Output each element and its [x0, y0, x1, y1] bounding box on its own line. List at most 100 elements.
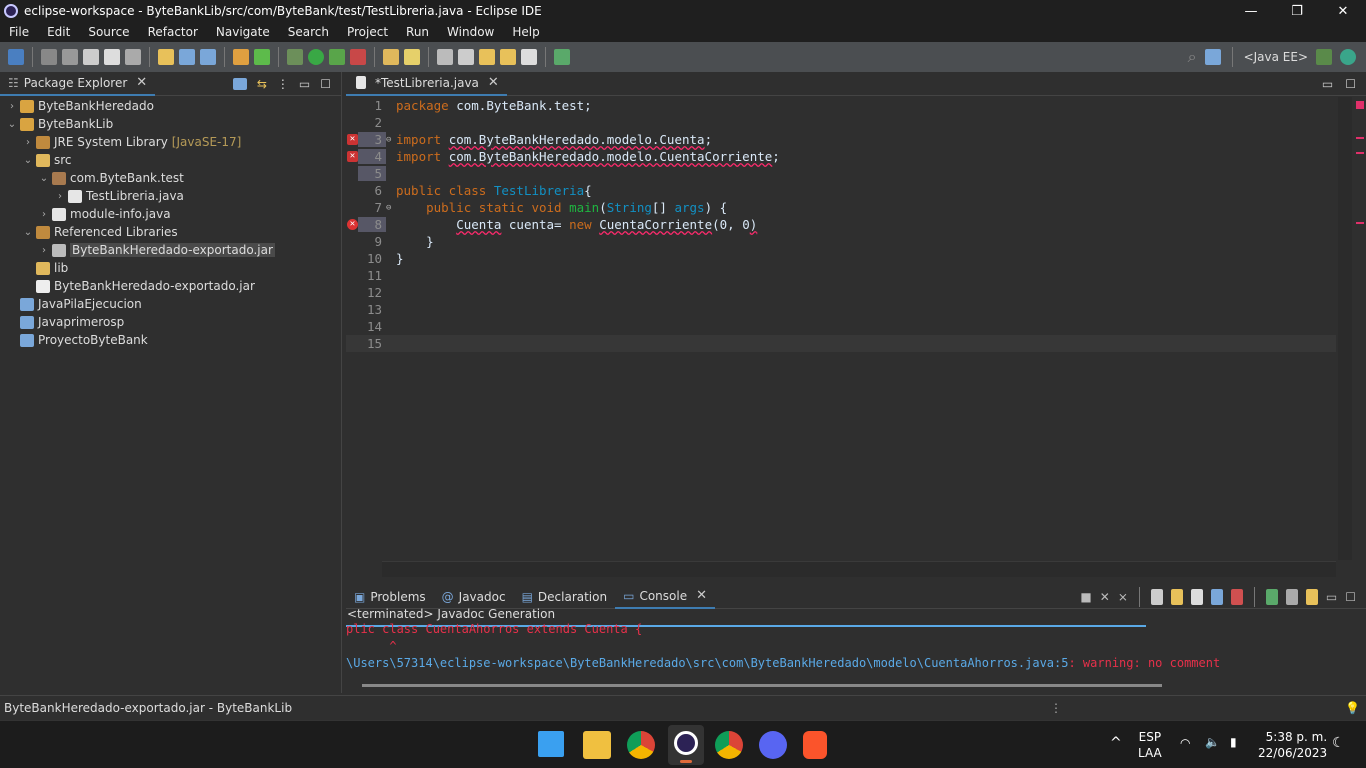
fold-icon[interactable]: ⊖ [386, 135, 396, 145]
tab-javadoc[interactable]: @ Javadoc [434, 585, 514, 609]
external-tools-icon[interactable] [350, 49, 366, 65]
close-icon[interactable]: ✕ [488, 75, 499, 90]
wifi-icon[interactable]: ◠ [1180, 736, 1190, 750]
chevron-down-icon[interactable]: ⌄ [6, 119, 18, 130]
menu-window[interactable]: Window [438, 25, 503, 39]
debug-perspective-icon[interactable] [1340, 49, 1356, 65]
vertical-scrollbar[interactable] [1338, 97, 1352, 560]
block-selection-icon[interactable] [104, 49, 120, 65]
scroll-lock-icon[interactable] [1170, 588, 1183, 605]
word-wrap-icon[interactable] [1190, 588, 1203, 605]
menu-source[interactable]: Source [79, 25, 138, 39]
chevron-down-icon[interactable]: ⌄ [38, 173, 50, 184]
menu-edit[interactable]: Edit [38, 25, 79, 39]
menu-search[interactable]: Search [279, 25, 338, 39]
tree-item[interactable]: ByteBankHeredado-exportado.jar [0, 277, 341, 295]
menu-navigate[interactable]: Navigate [207, 25, 279, 39]
maximize-view-icon[interactable]: ☐ [1345, 590, 1356, 604]
chevron-down-icon[interactable]: ⌄ [22, 227, 34, 238]
overview-ruler[interactable] [1354, 97, 1366, 560]
collapse-all-icon[interactable] [232, 77, 247, 90]
tree-item[interactable]: › ByteBankHeredado [0, 97, 341, 115]
pilcrow-icon[interactable] [125, 49, 141, 65]
code-editor[interactable]: 1 package com.ByteBank.test; 2 ✕ 3 ⊖ import co… [346, 97, 1336, 560]
close-icon[interactable]: ✕ [136, 75, 147, 90]
tab-package-explorer[interactable]: ☷ Package Explorer ✕ [0, 71, 156, 96]
status-menu-icon[interactable]: ⋮ [1050, 701, 1062, 715]
open-console-icon[interactable] [1305, 588, 1318, 605]
tab-testlibreria-java[interactable]: *TestLibreria.java ✕ [346, 71, 507, 96]
quick-fix-error-icon[interactable]: ✕ [347, 134, 358, 145]
clock[interactable]: 5:38 p. m. 22/06/2023 [1258, 729, 1327, 761]
search-icon[interactable]: ⌕ [1188, 47, 1197, 67]
show-on-output-icon[interactable] [1210, 588, 1223, 605]
file-explorer-icon[interactable] [583, 731, 611, 759]
terminate-icon[interactable]: ■ [1080, 590, 1091, 604]
pin-editor-icon[interactable] [554, 49, 570, 65]
chevron-right-icon[interactable]: › [54, 191, 66, 202]
remove-all-icon[interactable]: ⨯ [1118, 590, 1128, 604]
console-horizontal-scrollbar[interactable] [362, 684, 1162, 687]
remove-launch-icon[interactable]: ✕ [1100, 590, 1110, 604]
minimize-view-icon[interactable]: ▭ [1326, 590, 1337, 604]
coverage-icon[interactable] [329, 49, 345, 65]
link-with-editor-icon[interactable]: ⇆ [257, 77, 267, 91]
java-perspective-icon[interactable] [1316, 49, 1332, 65]
chevron-right-icon[interactable]: › [38, 209, 50, 220]
tree-item[interactable]: › TestLibreria.java [0, 187, 341, 205]
input-language[interactable]: ESP LAA [1138, 729, 1162, 761]
maximize-button[interactable]: ❐ [1274, 4, 1320, 19]
menu-file[interactable]: File [0, 25, 38, 39]
tree-item[interactable]: lib [0, 259, 341, 277]
save-icon[interactable] [179, 49, 195, 65]
open-type-icon[interactable] [233, 49, 249, 65]
console-output[interactable]: plic class CuentaAhorros extends Cuenta … [346, 621, 1366, 693]
discord-icon[interactable] [759, 731, 787, 759]
minimize-view-icon[interactable]: ▭ [1322, 77, 1333, 91]
open-folder-icon[interactable] [383, 49, 399, 65]
tree-item[interactable]: ⌄ ByteBankLib [0, 115, 341, 133]
chrome-profile-icon[interactable] [715, 731, 743, 759]
clear-console-icon[interactable] [1150, 588, 1163, 605]
maximize-view-icon[interactable]: ☐ [320, 77, 331, 91]
chevron-right-icon[interactable]: › [38, 245, 50, 256]
tree-item[interactable]: ProyectoByteBank [0, 331, 341, 349]
back-icon[interactable] [500, 49, 516, 65]
perspective-java-ee[interactable]: <Java EE> [1244, 50, 1308, 64]
open-perspective-icon[interactable] [1204, 49, 1221, 65]
skip-breakpoints-icon[interactable] [41, 49, 57, 65]
battery-icon[interactable]: ▮ [1230, 735, 1237, 749]
new-icon[interactable] [8, 49, 24, 65]
show-on-error-icon[interactable] [1230, 588, 1243, 605]
new-item-icon[interactable] [158, 49, 174, 65]
volume-icon[interactable]: 🔈 [1205, 735, 1220, 749]
tree-item[interactable]: JavaPilaEjecucion [0, 295, 341, 313]
tree-item[interactable]: Javaprimerosp [0, 313, 341, 331]
minimize-view-icon[interactable]: ▭ [299, 77, 310, 91]
focus-assist-icon[interactable]: ☾ [1332, 735, 1345, 751]
menu-project[interactable]: Project [338, 25, 397, 39]
view-menu-icon[interactable]: ⋮ [277, 77, 289, 91]
tab-declaration[interactable]: ▤ Declaration [514, 585, 616, 609]
display-console-icon[interactable] [1285, 588, 1298, 605]
menu-help[interactable]: Help [503, 25, 548, 39]
chevron-right-icon[interactable]: › [6, 101, 18, 112]
minimize-button[interactable]: — [1228, 4, 1274, 19]
refresh-icon[interactable] [254, 49, 270, 65]
tree-item[interactable]: ⌄ com.ByteBank.test [0, 169, 341, 187]
annotation-icon[interactable] [437, 49, 453, 65]
quick-fix-error-icon[interactable]: ✕ [347, 151, 358, 162]
next-annotation-icon[interactable] [458, 49, 474, 65]
chevron-down-icon[interactable]: ⌄ [22, 155, 34, 166]
save-all-icon[interactable] [200, 49, 216, 65]
debug-icon[interactable] [287, 49, 303, 65]
tab-console[interactable]: ▭ Console ✕ [615, 584, 715, 609]
forward-icon[interactable] [521, 49, 537, 65]
tip-bulb-icon[interactable]: 💡 [1345, 701, 1360, 715]
edit-icon[interactable] [404, 49, 420, 65]
chrome-icon[interactable] [627, 731, 655, 759]
close-icon[interactable]: ✕ [696, 588, 707, 603]
horizontal-scrollbar[interactable] [382, 561, 1336, 577]
tree-item[interactable]: ⌄ src [0, 151, 341, 169]
tree-item[interactable]: ⌄ Referenced Libraries [0, 223, 341, 241]
